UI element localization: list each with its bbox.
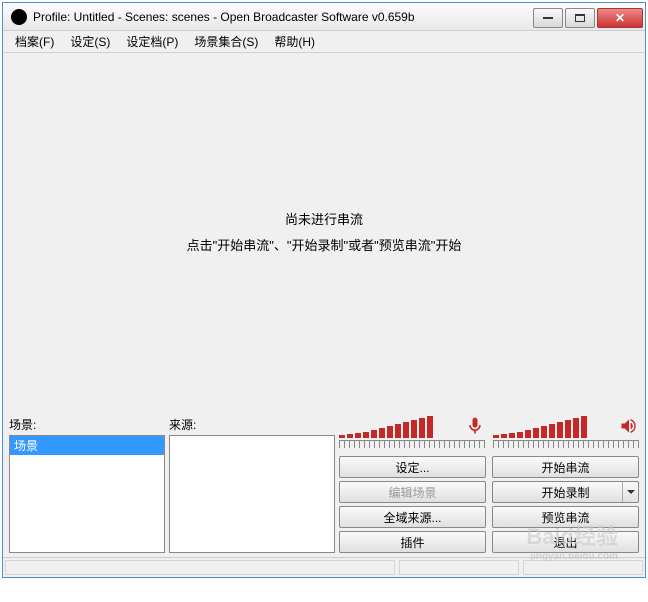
window-title: Profile: Untitled - Scenes: scenes - Ope… (33, 10, 533, 24)
settings-button[interactable]: 设定... (339, 456, 486, 478)
controls-panel: 设定... 开始串流 编辑场景 开始录制 全域来源... 预览串流 插件 退出 (339, 416, 639, 553)
speaker-ticks (493, 440, 639, 448)
menu-scene-collection[interactable]: 场景集合(S) (186, 31, 266, 52)
record-dropdown-icon[interactable] (622, 482, 638, 502)
preview-area: 尚未进行串流 点击"开始串流"、"开始录制"或者"预览串流"开始 (3, 53, 645, 412)
titlebar: Profile: Untitled - Scenes: scenes - Ope… (3, 3, 645, 31)
sources-panel: 来源: (169, 416, 335, 553)
plugins-button[interactable]: 插件 (339, 531, 486, 553)
status-segment (523, 560, 643, 575)
scene-item[interactable]: 场景 (10, 436, 164, 455)
speaker-meter (493, 416, 639, 454)
mic-ticks (339, 440, 485, 448)
preview-status-line1: 尚未进行串流 (285, 207, 363, 233)
mic-level-bars (339, 416, 485, 438)
scenes-label: 场景: (9, 416, 165, 435)
exit-button[interactable]: 退出 (492, 531, 639, 553)
menubar: 档案(F) 设定(S) 设定档(P) 场景集合(S) 帮助(H) (3, 31, 645, 53)
menu-profile[interactable]: 设定档(P) (118, 31, 186, 52)
app-window: Profile: Untitled - Scenes: scenes - Ope… (2, 2, 646, 578)
scenes-listbox[interactable]: 场景 (9, 435, 165, 553)
scenes-panel: 场景: 场景 (9, 416, 165, 553)
preview-status-line2: 点击"开始串流"、"开始录制"或者"预览串流"开始 (187, 233, 462, 259)
menu-settings[interactable]: 设定(S) (62, 31, 118, 52)
microphone-icon[interactable] (465, 416, 485, 441)
speaker-level-bars (493, 416, 639, 438)
minimize-button[interactable] (533, 8, 563, 28)
speaker-icon[interactable] (619, 416, 639, 441)
global-sources-button[interactable]: 全域来源... (339, 506, 486, 528)
start-record-button[interactable]: 开始录制 (492, 481, 639, 503)
maximize-button[interactable] (565, 8, 595, 28)
status-segment (399, 560, 519, 575)
menu-file[interactable]: 档案(F) (7, 31, 62, 52)
statusbar (3, 557, 645, 577)
window-controls: ✕ (533, 5, 645, 28)
audio-meters (339, 416, 639, 454)
preview-stream-button[interactable]: 预览串流 (492, 506, 639, 528)
mic-meter (339, 416, 485, 454)
status-segment (5, 560, 395, 575)
button-grid: 设定... 开始串流 编辑场景 开始录制 全域来源... 预览串流 插件 退出 (339, 456, 639, 553)
close-button[interactable]: ✕ (597, 8, 643, 28)
bottom-panel: 场景: 场景 来源: (3, 412, 645, 557)
edit-scene-button[interactable]: 编辑场景 (339, 481, 486, 503)
menu-help[interactable]: 帮助(H) (266, 31, 323, 52)
start-stream-button[interactable]: 开始串流 (492, 456, 639, 478)
app-icon (11, 9, 27, 25)
sources-label: 来源: (169, 416, 335, 435)
sources-listbox[interactable] (169, 435, 335, 553)
